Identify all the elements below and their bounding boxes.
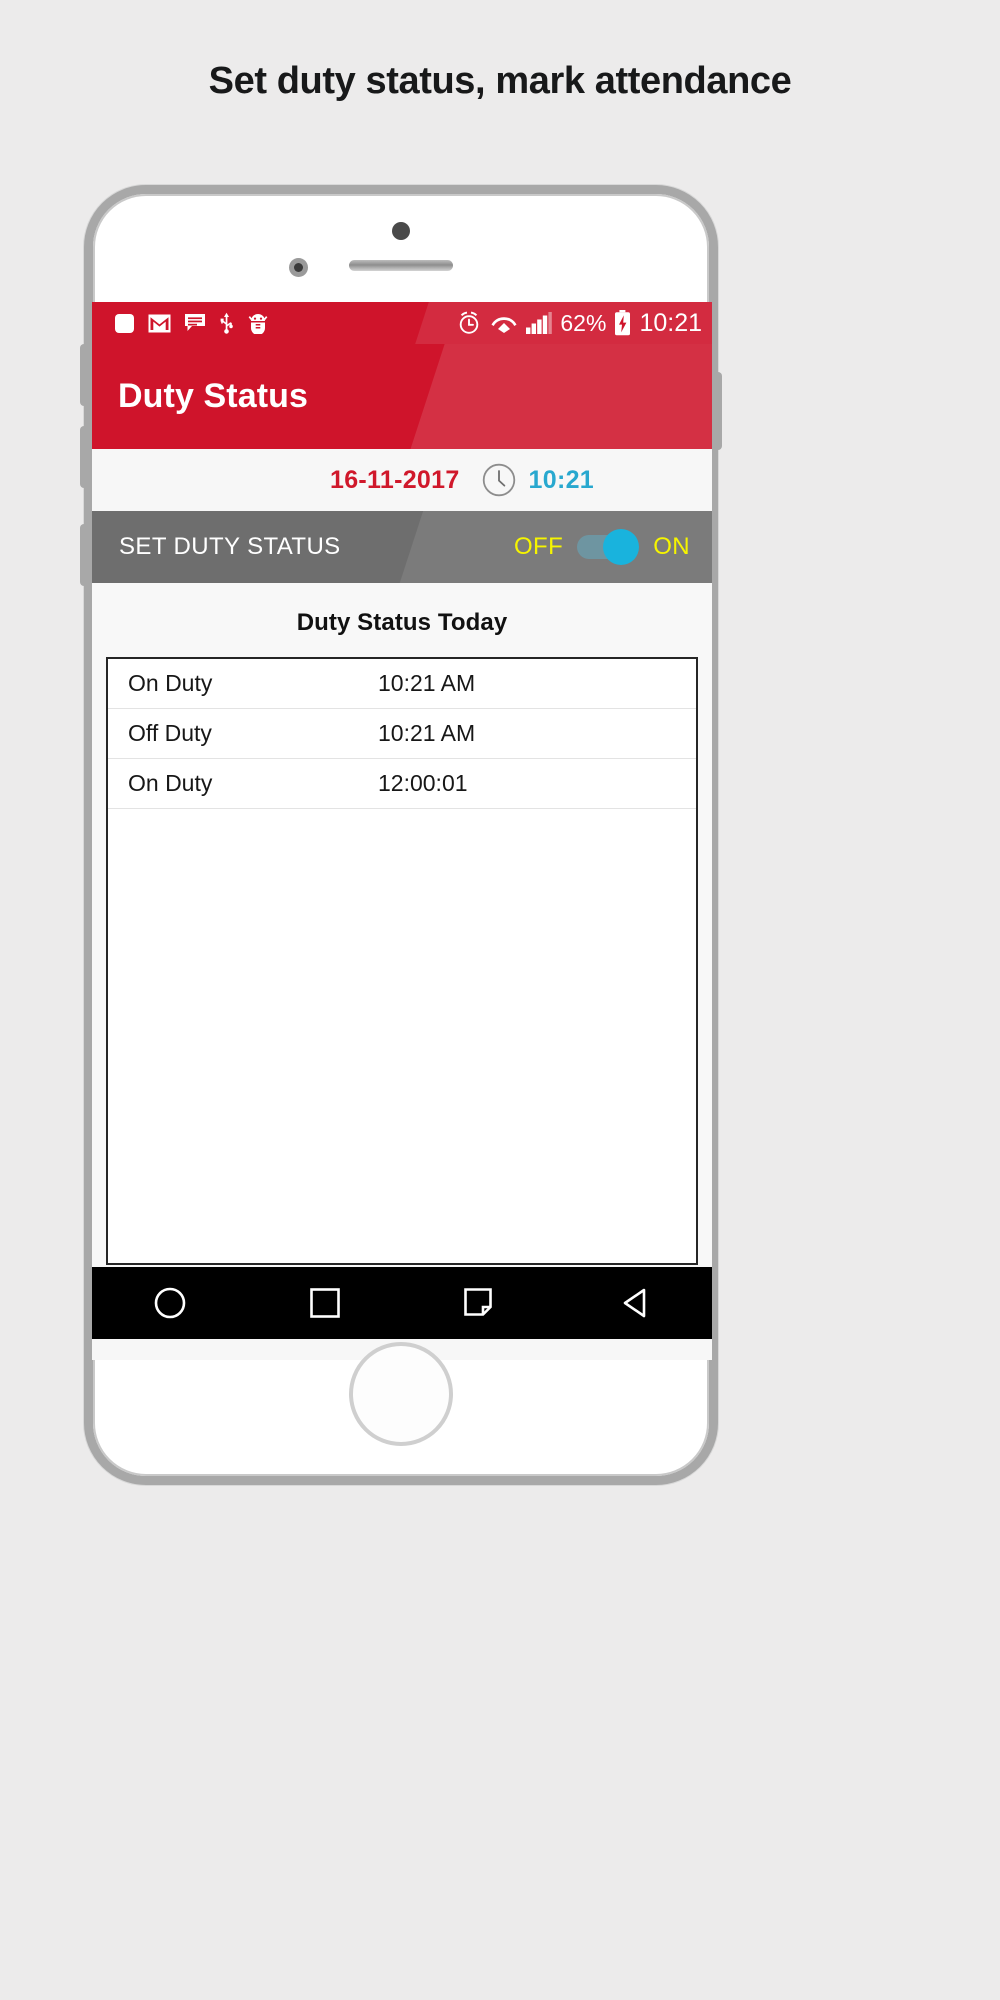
phone-mockup: 62% 10:21 Duty Status 16-11-2017 10:21 S… bbox=[80, 185, 722, 1485]
table-row[interactable]: On Duty 12:00:01 bbox=[108, 759, 696, 809]
appbar-gloss-overlay bbox=[400, 344, 712, 449]
promo-headline: Set duty status, mark attendance bbox=[208, 60, 792, 102]
duty-status-switch[interactable] bbox=[577, 529, 640, 565]
duty-list-title: Duty Status Today bbox=[296, 609, 508, 636]
row-time: 12:00:01 bbox=[378, 770, 468, 796]
volume-down-button[interactable] bbox=[80, 426, 87, 488]
table-row[interactable]: Off Duty 10:21 AM bbox=[108, 709, 696, 759]
front-camera-icon bbox=[289, 258, 308, 277]
app-bar: Duty Status bbox=[92, 344, 712, 449]
mute-switch[interactable] bbox=[80, 524, 87, 586]
statusbar-clock: 10:21 bbox=[639, 308, 702, 337]
set-duty-status-bar[interactable]: SET DUTY STATUS OFF ON bbox=[92, 511, 712, 583]
row-status: Off Duty bbox=[128, 720, 212, 746]
signal-bars-icon bbox=[526, 312, 553, 334]
android-bug-icon bbox=[247, 313, 269, 334]
row-status: On Duty bbox=[128, 770, 213, 796]
content-area: Duty Status Today On Duty 10:21 AM Off D… bbox=[92, 583, 712, 1339]
duty-toggle-group[interactable]: OFF ON bbox=[513, 529, 690, 565]
rounded-square-icon bbox=[114, 313, 135, 334]
battery-charging-icon bbox=[614, 310, 631, 336]
android-navigation-bar bbox=[92, 1267, 712, 1339]
home-circle-icon[interactable] bbox=[130, 1267, 210, 1339]
statusbar-notification-icons bbox=[114, 312, 269, 334]
row-time: 10:21 AM bbox=[378, 720, 476, 746]
current-time-group: 10:21 bbox=[482, 463, 594, 497]
page-title: Duty Status bbox=[118, 377, 309, 415]
phone-screen: 62% 10:21 Duty Status 16-11-2017 10:21 S… bbox=[92, 302, 712, 1360]
power-button[interactable] bbox=[715, 372, 722, 450]
table-row[interactable]: On Duty 10:21 AM bbox=[108, 659, 696, 709]
earpiece-speaker bbox=[349, 260, 453, 271]
gmail-icon bbox=[148, 314, 171, 333]
toggle-off-label: OFF bbox=[513, 533, 564, 560]
battery-percent-label: 62% bbox=[560, 309, 607, 336]
alarm-clock-icon bbox=[456, 310, 482, 336]
row-status: On Duty bbox=[128, 670, 213, 696]
statusbar-system-icons: 62% 10:21 bbox=[456, 309, 702, 338]
usb-icon bbox=[219, 312, 234, 334]
wifi-icon bbox=[490, 312, 518, 334]
current-date-label: 16-11-2017 bbox=[330, 465, 460, 494]
back-triangle-icon[interactable] bbox=[595, 1267, 675, 1339]
android-status-bar: 62% 10:21 bbox=[92, 302, 712, 344]
switch-thumb[interactable] bbox=[603, 529, 640, 565]
current-time-label: 10:21 bbox=[528, 465, 594, 494]
message-icon bbox=[184, 313, 206, 333]
clock-outline-icon bbox=[482, 463, 516, 497]
recents-square-icon[interactable] bbox=[285, 1267, 365, 1339]
home-button[interactable] bbox=[349, 1342, 453, 1446]
row-time: 10:21 AM bbox=[378, 670, 476, 696]
duty-status-table: On Duty 10:21 AM Off Duty 10:21 AM On Du… bbox=[106, 657, 698, 1265]
volume-up-button[interactable] bbox=[80, 344, 87, 406]
screenshot-icon[interactable] bbox=[440, 1267, 520, 1339]
proximity-sensor-dot bbox=[392, 222, 410, 240]
toggle-on-label: ON bbox=[653, 533, 690, 560]
set-duty-status-label: SET DUTY STATUS bbox=[119, 533, 341, 560]
date-time-row: 16-11-2017 10:21 bbox=[92, 449, 712, 511]
